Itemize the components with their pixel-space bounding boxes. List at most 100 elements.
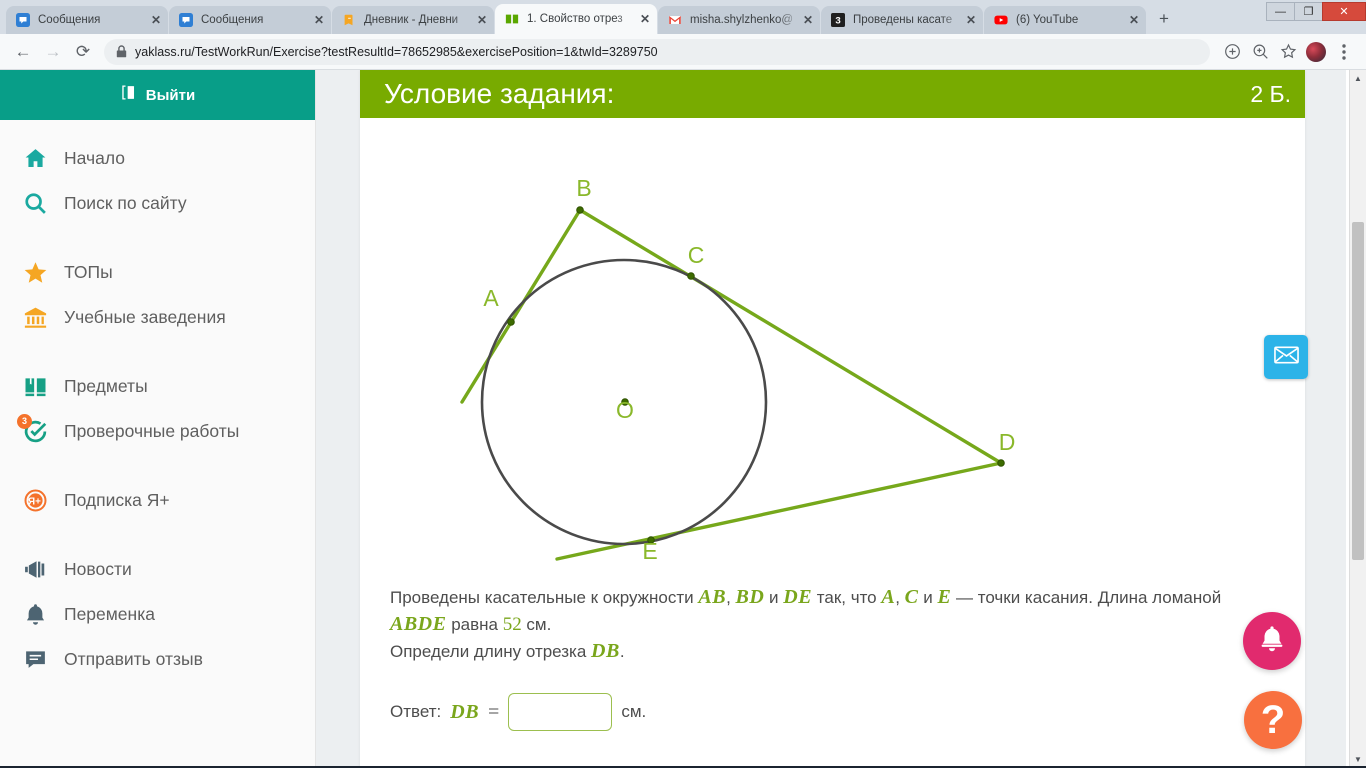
help-fab[interactable]: ? [1244,691,1302,749]
chrome-menu-icon[interactable] [1330,38,1358,66]
bell-icon [22,602,48,628]
forward-button[interactable]: → [38,37,68,67]
sidebar-item-label: Новости [64,559,132,579]
scrollbar-thumb[interactable] [1352,222,1364,560]
sidebar-item-поиск-по-сайту[interactable]: Поиск по сайту [0,181,315,226]
figure-label-e: E [642,538,657,564]
statement-part-7: . [619,642,625,661]
subscription-icon: Я+ [22,488,48,514]
notifications-fab[interactable] [1243,612,1301,670]
sidebar-nav-list: Начало Поиск по сайту ТОПы Учебные заведени… [0,120,315,682]
window-minimize-button[interactable]: — [1266,2,1295,21]
sidebar-item-учебные-заведения[interactable]: Учебные заведения [0,295,315,340]
statement-part-1: Проведены касательные к окружности [390,588,699,607]
sidebar-item-проверочные-работы[interactable]: 3 Проверочные работы [0,409,315,454]
sidebar-item-отправить-отзыв[interactable]: Отправить отзыв [0,637,315,682]
figure-label-o: O [616,397,634,423]
comma-1: , [726,588,736,607]
sidebar-item-label: Поиск по сайту [64,193,187,213]
sidebar-item-начало[interactable]: Начало [0,136,315,181]
answer-input[interactable] [508,693,613,731]
tangent-BD [578,208,1003,465]
sidebar-item-предметы[interactable]: Предметы [0,364,315,409]
message-bubble-icon [178,12,194,28]
sidebar-item-label: Отправить отзыв [64,649,203,669]
star-icon [22,260,48,286]
add-circle-icon[interactable] [1218,38,1246,66]
statement-part-6: Определи длину отрезка [390,642,592,661]
browser-tab-3[interactable]: 1. Свойство отрез ✕ [495,4,657,34]
zoom-icon[interactable] [1246,38,1274,66]
sidebar-item-label: Проверочные работы [64,421,240,441]
browser-tab-4[interactable]: misha.shylzhenko@ ✕ [658,6,820,34]
sidebar-group-divider [0,454,315,478]
browser-tab-close-button[interactable]: ✕ [474,12,490,28]
browser-tab-5[interactable]: 3 Проведены касате ✕ [821,6,983,34]
browser-tab-title: misha.shylzhenko@ [690,14,794,26]
browser-tab-close-button[interactable]: ✕ [148,12,164,28]
bookmark-star-icon[interactable] [1274,38,1302,66]
browser-tab-2[interactable]: Дневник - Дневни ✕ [332,6,494,34]
diary-icon [341,12,357,28]
svg-text:Я+: Я+ [28,497,41,508]
browser-tab-0[interactable]: Сообщения ✕ [6,6,168,34]
address-bar[interactable]: yaklass.ru/TestWorkRun/Exercise?testResu… [104,38,1210,65]
figure-point-c [687,272,695,280]
back-button[interactable]: ← [8,37,38,67]
browser-tab-close-button[interactable]: ✕ [311,12,327,28]
profile-avatar[interactable] [1306,41,1326,62]
answer-variable: DB [450,700,480,723]
figure-label-b: B [576,175,591,201]
sidebar-item-топы[interactable]: ТОПы [0,250,315,295]
bell-icon [1259,625,1285,658]
new-tab-button[interactable]: + [1151,6,1177,32]
length-value: 52 [502,614,522,635]
sidebar-item-label: Учебные заведения [64,307,226,327]
home-icon [22,146,48,172]
browser-tab-title: Сообщения [201,14,264,26]
reload-button[interactable]: ⟳ [68,37,98,67]
browser-tab-close-button[interactable]: ✕ [963,12,979,28]
page-scrollbar[interactable]: ▲ ▼ [1349,70,1366,768]
sidebar-group-divider [0,226,315,250]
browser-tab-6[interactable]: (6) YouTube ✕ [984,6,1146,34]
figure-point-b [576,206,584,214]
statement-part-4: равна [446,615,503,634]
browser-chrome: Сообщения ✕ Сообщения ✕ Дневник - Дневни ✕ 1. … [0,0,1366,70]
browser-tab-close-button[interactable]: ✕ [637,11,653,27]
window-close-button[interactable]: ✕ [1322,2,1366,21]
statement-part-3: — точки касания. Длина ломаной [951,588,1222,607]
points-badge: 2 Б. [1250,80,1291,107]
sidebar-item-label: Предметы [64,376,148,396]
browser-tab-1[interactable]: Сообщения ✕ [169,6,331,34]
window-controls: — ❐ ✕ [1266,2,1366,22]
mail-widget-button[interactable] [1264,335,1308,379]
scrollbar-up-arrow[interactable]: ▲ [1350,70,1366,87]
browser-tab-close-button[interactable]: ✕ [800,12,816,28]
sidebar-item-label: Начало [64,148,125,168]
sidebar-item-label: Переменка [64,604,155,624]
window-maximize-button[interactable]: ❐ [1294,2,1323,21]
sidebar-item-переменка[interactable]: Переменка [0,592,315,637]
browser-tab-close-button[interactable]: ✕ [1126,12,1142,28]
gmail-icon [667,12,683,28]
tabs-container: Сообщения ✕ Сообщения ✕ Дневник - Дневни ✕ 1. … [6,4,1147,34]
lock-icon [116,45,127,58]
figure-label-d: D [999,429,1016,455]
figure-label-a: A [483,285,499,311]
logout-button[interactable]: Выйти [0,70,315,120]
question-mark-icon: ? [1260,698,1286,742]
sidebar: Выйти Начало Поиск по сайту ТОПы Учебные за… [0,70,316,768]
var-a: A [881,586,896,608]
sidebar-item-подписка-я-[interactable]: Я+ Подписка Я+ [0,478,315,523]
svg-text:3: 3 [835,16,840,27]
books-icon [22,374,48,400]
search-icon [22,191,48,217]
sidebar-item-новости[interactable]: Новости [0,547,315,592]
logout-icon [120,84,137,106]
equals-sign: = [488,700,500,723]
content-area: Условие задания: 2 Б. ABCDEO Проведены к… [316,70,1346,768]
answer-label: Ответ: [390,702,442,721]
task-statement: Проведены касательные к окружности AB, B… [360,566,1305,665]
feedback-icon [22,647,48,673]
